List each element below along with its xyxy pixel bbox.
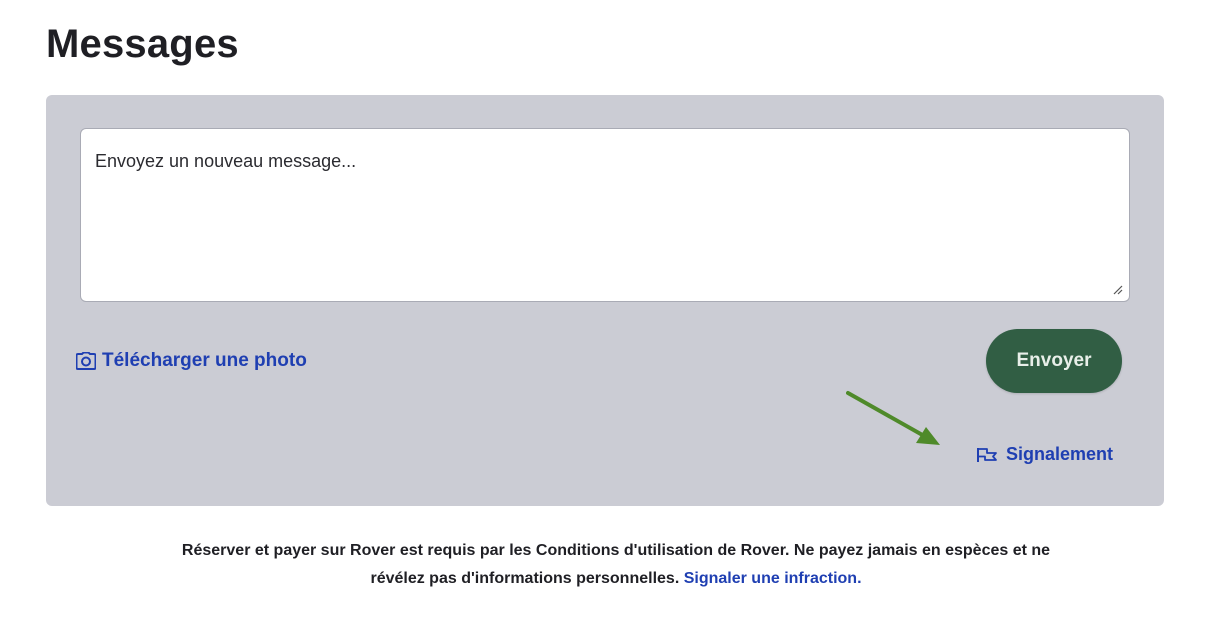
terms-notice-line-1: Réserver et payer sur Rover est requis p… — [181, 542, 1051, 559]
message-input-container — [80, 128, 1130, 302]
report-label: Signalement — [1006, 444, 1114, 464]
send-button[interactable]: Envoyer — [986, 329, 1122, 393]
report-infraction-link[interactable]: Signaler une infraction. — [684, 570, 862, 587]
annotation-arrow-icon — [846, 391, 940, 445]
report-link[interactable]: Signalement — [976, 444, 1113, 465]
message-composer: Télécharger une photo Envoyer Signalemen… — [46, 95, 1164, 506]
camera-icon — [76, 352, 96, 370]
resize-handle-icon[interactable] — [1113, 285, 1123, 295]
terms-notice: Réserver et payer sur Rover est requis p… — [0, 537, 1232, 593]
flag-icon — [977, 447, 997, 462]
terms-notice-line-2: révélez pas d'informations personnelles.… — [0, 565, 1232, 593]
upload-photo-label: Télécharger une photo — [102, 350, 307, 371]
upload-photo-link[interactable]: Télécharger une photo — [76, 350, 307, 372]
terms-notice-text: révélez pas d'informations personnelles. — [370, 570, 680, 587]
message-input[interactable] — [81, 129, 1129, 301]
page-title: Messages — [46, 22, 239, 66]
